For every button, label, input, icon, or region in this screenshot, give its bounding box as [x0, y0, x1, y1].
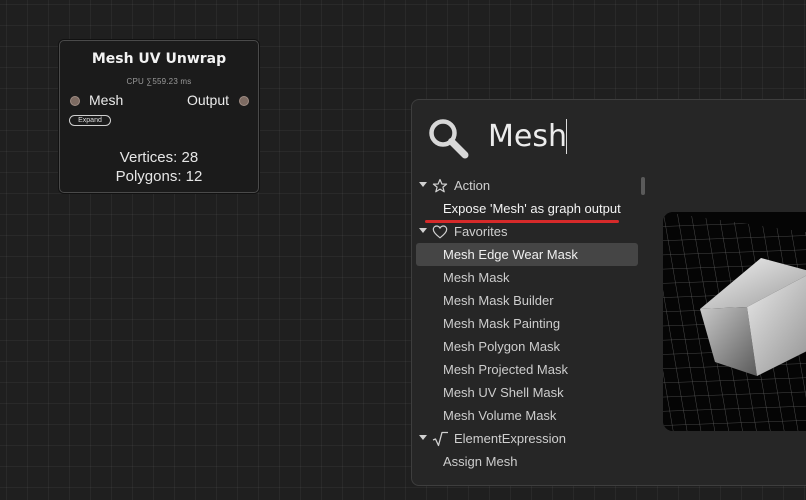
list-item[interactable]: Mesh Volume Mask: [416, 404, 638, 427]
polygons-count: Polygons: 12: [115, 168, 203, 185]
list-item[interactable]: Mesh Edge Wear Mask: [416, 243, 638, 266]
search-input[interactable]: [488, 116, 806, 156]
node-cpu-time: CPU ∑559.23 ms: [126, 77, 192, 86]
category-favorites-label: Favorites: [454, 224, 508, 239]
list-item-label: Assign Mesh: [443, 454, 518, 469]
output-port-label: Output: [186, 92, 229, 108]
output-port[interactable]: [239, 96, 249, 106]
expose-mesh-output-label: Expose 'Mesh' as graph output: [443, 201, 621, 216]
preview-cube-image: [663, 212, 806, 431]
chevron-down-icon: [419, 228, 427, 233]
mesh-input-port[interactable]: [70, 96, 80, 106]
square-root-icon: [432, 431, 448, 447]
list-item-label: Mesh Volume Mask: [443, 408, 557, 423]
text-caret: [566, 119, 567, 154]
heart-icon: [432, 225, 448, 239]
list-item-label: Mesh Mask: [443, 270, 510, 285]
list-item-label: Mesh Mask Builder: [443, 293, 554, 308]
list-item[interactable]: Mesh Mask: [416, 266, 638, 289]
list-item[interactable]: Mesh Projected Mask: [416, 358, 638, 381]
list-item-label: Mesh Projected Mask: [443, 362, 568, 377]
category-action[interactable]: Action: [416, 174, 638, 197]
node-port-row: Mesh Output: [60, 92, 258, 110]
search-bar: [412, 100, 806, 176]
list-item[interactable]: Mesh Mask Builder: [416, 289, 638, 312]
category-element-expression[interactable]: ElementExpression: [416, 427, 638, 450]
vertices-count: Vertices: 28: [119, 149, 199, 166]
list-item-label: Mesh Mask Painting: [443, 316, 561, 331]
list-item[interactable]: Mesh Polygon Mask: [416, 335, 638, 358]
search-icon: [429, 119, 469, 159]
node-search-popup: Action Expose 'Mesh' as graph output Fav…: [411, 99, 806, 486]
node-stats: Vertices: 28 Polygons: 12: [60, 148, 258, 186]
chevron-down-icon: [419, 182, 427, 187]
list-item-label: Mesh Edge Wear Mask: [443, 247, 578, 262]
category-element-expression-label: ElementExpression: [454, 431, 566, 446]
star-icon: [432, 178, 448, 193]
results-scrollbar[interactable]: [641, 177, 645, 195]
mesh-input-label: Mesh: [89, 92, 124, 108]
category-action-label: Action: [454, 178, 491, 193]
list-item[interactable]: Mesh Mask Painting: [416, 312, 638, 335]
list-item[interactable]: Assign Mesh: [416, 450, 638, 473]
mesh-uv-unwrap-node[interactable]: Mesh UV Unwrap CPU ∑559.23 ms Mesh Outpu…: [59, 40, 259, 193]
chevron-down-icon: [419, 435, 427, 440]
mesh-preview: [663, 212, 806, 431]
category-favorites[interactable]: Favorites: [416, 220, 638, 243]
list-item-label: Mesh UV Shell Mask: [443, 385, 564, 400]
node-title: Mesh UV Unwrap: [91, 51, 227, 67]
results-list: Action Expose 'Mesh' as graph output Fav…: [412, 174, 645, 485]
expose-mesh-output-item[interactable]: Expose 'Mesh' as graph output: [416, 197, 638, 220]
expand-button[interactable]: Expand: [69, 115, 111, 126]
list-item[interactable]: Mesh UV Shell Mask: [416, 381, 638, 404]
list-item-label: Mesh Polygon Mask: [443, 339, 561, 354]
